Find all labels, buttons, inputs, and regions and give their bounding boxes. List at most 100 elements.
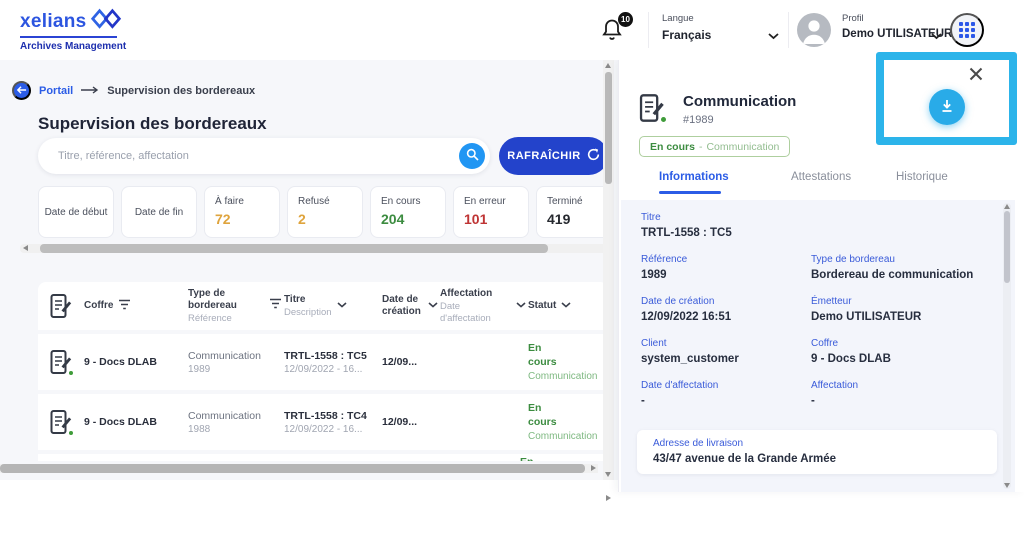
breadcrumb-arrow-icon xyxy=(81,85,99,97)
field-affectation: Affectation - xyxy=(811,380,981,407)
status-badge: En cours - Communication xyxy=(639,136,790,157)
stat-card-en-cours[interactable]: En cours 204 xyxy=(370,186,446,238)
field-label: Émetteur xyxy=(811,296,981,307)
cell-description: 12/09/2022 - 16... xyxy=(284,424,382,435)
double-diamond-icon xyxy=(90,8,122,35)
back-button[interactable] xyxy=(12,81,31,100)
apps-menu-button[interactable] xyxy=(950,13,984,47)
cell-reference: 1988 xyxy=(188,424,284,435)
cell-coffre: 9 - Docs DLAB xyxy=(84,356,188,368)
field-label: Affectation xyxy=(811,380,981,391)
stat-card-en-erreur[interactable]: En erreur 101 xyxy=(453,186,529,238)
informations-tab-content: Titre TRTL-1558 : TC5 Référence 1989 Typ… xyxy=(621,200,1015,492)
column-label: Statut xyxy=(528,300,556,312)
field-label: Coffre xyxy=(811,338,981,349)
field-date-creation: Date de création 12/09/2022 16:51 xyxy=(641,296,811,323)
status-dot xyxy=(659,115,668,124)
stat-value: 419 xyxy=(547,211,611,227)
field-value: 12/09/2022 16:51 xyxy=(641,311,811,323)
scrollbar-thumb[interactable] xyxy=(0,464,585,473)
field-titre: Titre TRTL-1558 : TC5 xyxy=(641,212,981,239)
table-horizontal-scrollbar[interactable] xyxy=(0,464,598,473)
field-value: - xyxy=(641,395,811,407)
stat-card-termine[interactable]: Terminé 419 xyxy=(536,186,612,238)
cell-description: 12/09/2022 - 16... xyxy=(284,364,382,375)
table-row[interactable]: 9 - Docs DLAB Communication 1988 TRTL-15… xyxy=(38,394,608,450)
filter-icon[interactable] xyxy=(118,299,131,314)
cell-statut-detail: Communication xyxy=(528,371,608,382)
column-label: Affectation xyxy=(440,288,492,299)
field-value: Bordereau de communication xyxy=(811,269,981,281)
field-label: Référence xyxy=(641,254,811,265)
outer-scroll-arrow[interactable] xyxy=(606,495,611,501)
column-label: Date de création xyxy=(382,294,423,318)
chevron-down-icon[interactable] xyxy=(428,300,438,312)
column-header-date-creation[interactable]: Date de création xyxy=(382,294,440,318)
column-header-titre[interactable]: Titre Description xyxy=(284,294,382,318)
cell-titre: TRTL-1558 : TC4 xyxy=(284,410,382,422)
field-value: Demo UTILISATEUR xyxy=(811,311,981,323)
column-sublabel: Description xyxy=(284,307,332,318)
profile-label: Profil xyxy=(842,13,952,24)
document-pen-icon xyxy=(38,293,84,319)
search-button[interactable] xyxy=(459,143,485,169)
tab-attestations[interactable]: Attestations xyxy=(791,171,851,183)
cell-titre: TRTL-1558 : TC5 xyxy=(284,350,382,362)
notifications-button[interactable]: 10 xyxy=(600,17,626,43)
page-title: Supervision des bordereaux xyxy=(38,114,267,134)
brand-logo[interactable]: xelians Archives Management xyxy=(20,8,126,52)
table-row[interactable]: 9 - Docs DLAB Communication 1989 TRTL-15… xyxy=(38,334,608,390)
cards-horizontal-scrollbar[interactable] xyxy=(20,244,612,253)
detail-title: Communication xyxy=(683,93,796,110)
chevron-down-icon[interactable] xyxy=(516,300,526,312)
stat-label: Terminé xyxy=(547,196,611,207)
column-label: Coffre xyxy=(84,300,113,312)
cell-statut: En xyxy=(520,456,533,461)
scrollbar-thumb[interactable] xyxy=(40,244,548,253)
cell-date-creation: 12/09... xyxy=(382,356,440,368)
scrollbar-thumb[interactable] xyxy=(605,72,612,184)
delivery-address-card: Adresse de livraison 43/47 avenue de la … xyxy=(637,430,997,474)
column-header-type[interactable]: Type de bordereau Référence xyxy=(188,288,284,324)
date-end-filter[interactable]: Date de fin xyxy=(121,186,197,238)
cell-type: Communication xyxy=(188,350,284,362)
date-start-filter[interactable]: Date de début xyxy=(38,186,114,238)
stat-card-refuse[interactable]: Refusé 2 xyxy=(287,186,363,238)
bordereaux-table: Coffre Type de bordereau Référence Titre… xyxy=(38,282,608,461)
document-pen-icon xyxy=(50,409,72,435)
stat-card-a-faire[interactable]: À faire 72 xyxy=(204,186,280,238)
status-dot xyxy=(67,369,75,377)
column-header-statut[interactable]: Statut xyxy=(528,300,608,312)
field-value: 43/47 avenue de la Grande Armée xyxy=(653,453,997,465)
table-row-clipped[interactable]: En xyxy=(38,454,608,461)
tab-historique[interactable]: Historique xyxy=(896,171,948,183)
language-label: Langue xyxy=(662,13,711,24)
column-header-affectation[interactable]: Affectation Date d'affectation xyxy=(440,288,528,324)
field-reference: Référence 1989 xyxy=(641,254,811,281)
language-select[interactable]: Langue Français xyxy=(662,13,711,42)
stat-value: 101 xyxy=(464,211,528,227)
profile-avatar[interactable] xyxy=(797,13,831,47)
cell-type: Communication xyxy=(188,410,284,422)
chevron-down-icon[interactable] xyxy=(931,27,942,45)
scrollbar-thumb[interactable] xyxy=(1004,211,1010,283)
chevron-down-icon[interactable] xyxy=(561,300,571,312)
panel-vertical-scrollbar[interactable] xyxy=(1003,203,1011,489)
document-pen-icon xyxy=(50,349,72,375)
breadcrumb-portail-link[interactable]: Portail xyxy=(39,85,73,97)
search-input[interactable] xyxy=(56,149,459,163)
main-vertical-scrollbar[interactable] xyxy=(603,60,614,480)
chevron-down-icon[interactable] xyxy=(768,27,779,45)
refresh-button[interactable]: RAFRAÎCHIR xyxy=(499,137,608,175)
column-header-coffre[interactable]: Coffre xyxy=(84,299,188,314)
filter-cards-row: Date de début Date de fin À faire 72 Ref… xyxy=(38,186,614,238)
stat-label: En erreur xyxy=(464,196,528,207)
tab-informations[interactable]: Informations xyxy=(659,171,729,183)
field-client: Client system_customer xyxy=(641,338,811,365)
field-label: Date de création xyxy=(641,296,811,307)
chevron-down-icon[interactable] xyxy=(337,300,347,312)
filter-icon[interactable] xyxy=(269,298,282,313)
column-label: Type de bordereau xyxy=(188,288,237,311)
field-label: Date d'affectation xyxy=(641,380,811,391)
brand-subtitle: Archives Management xyxy=(20,41,126,52)
